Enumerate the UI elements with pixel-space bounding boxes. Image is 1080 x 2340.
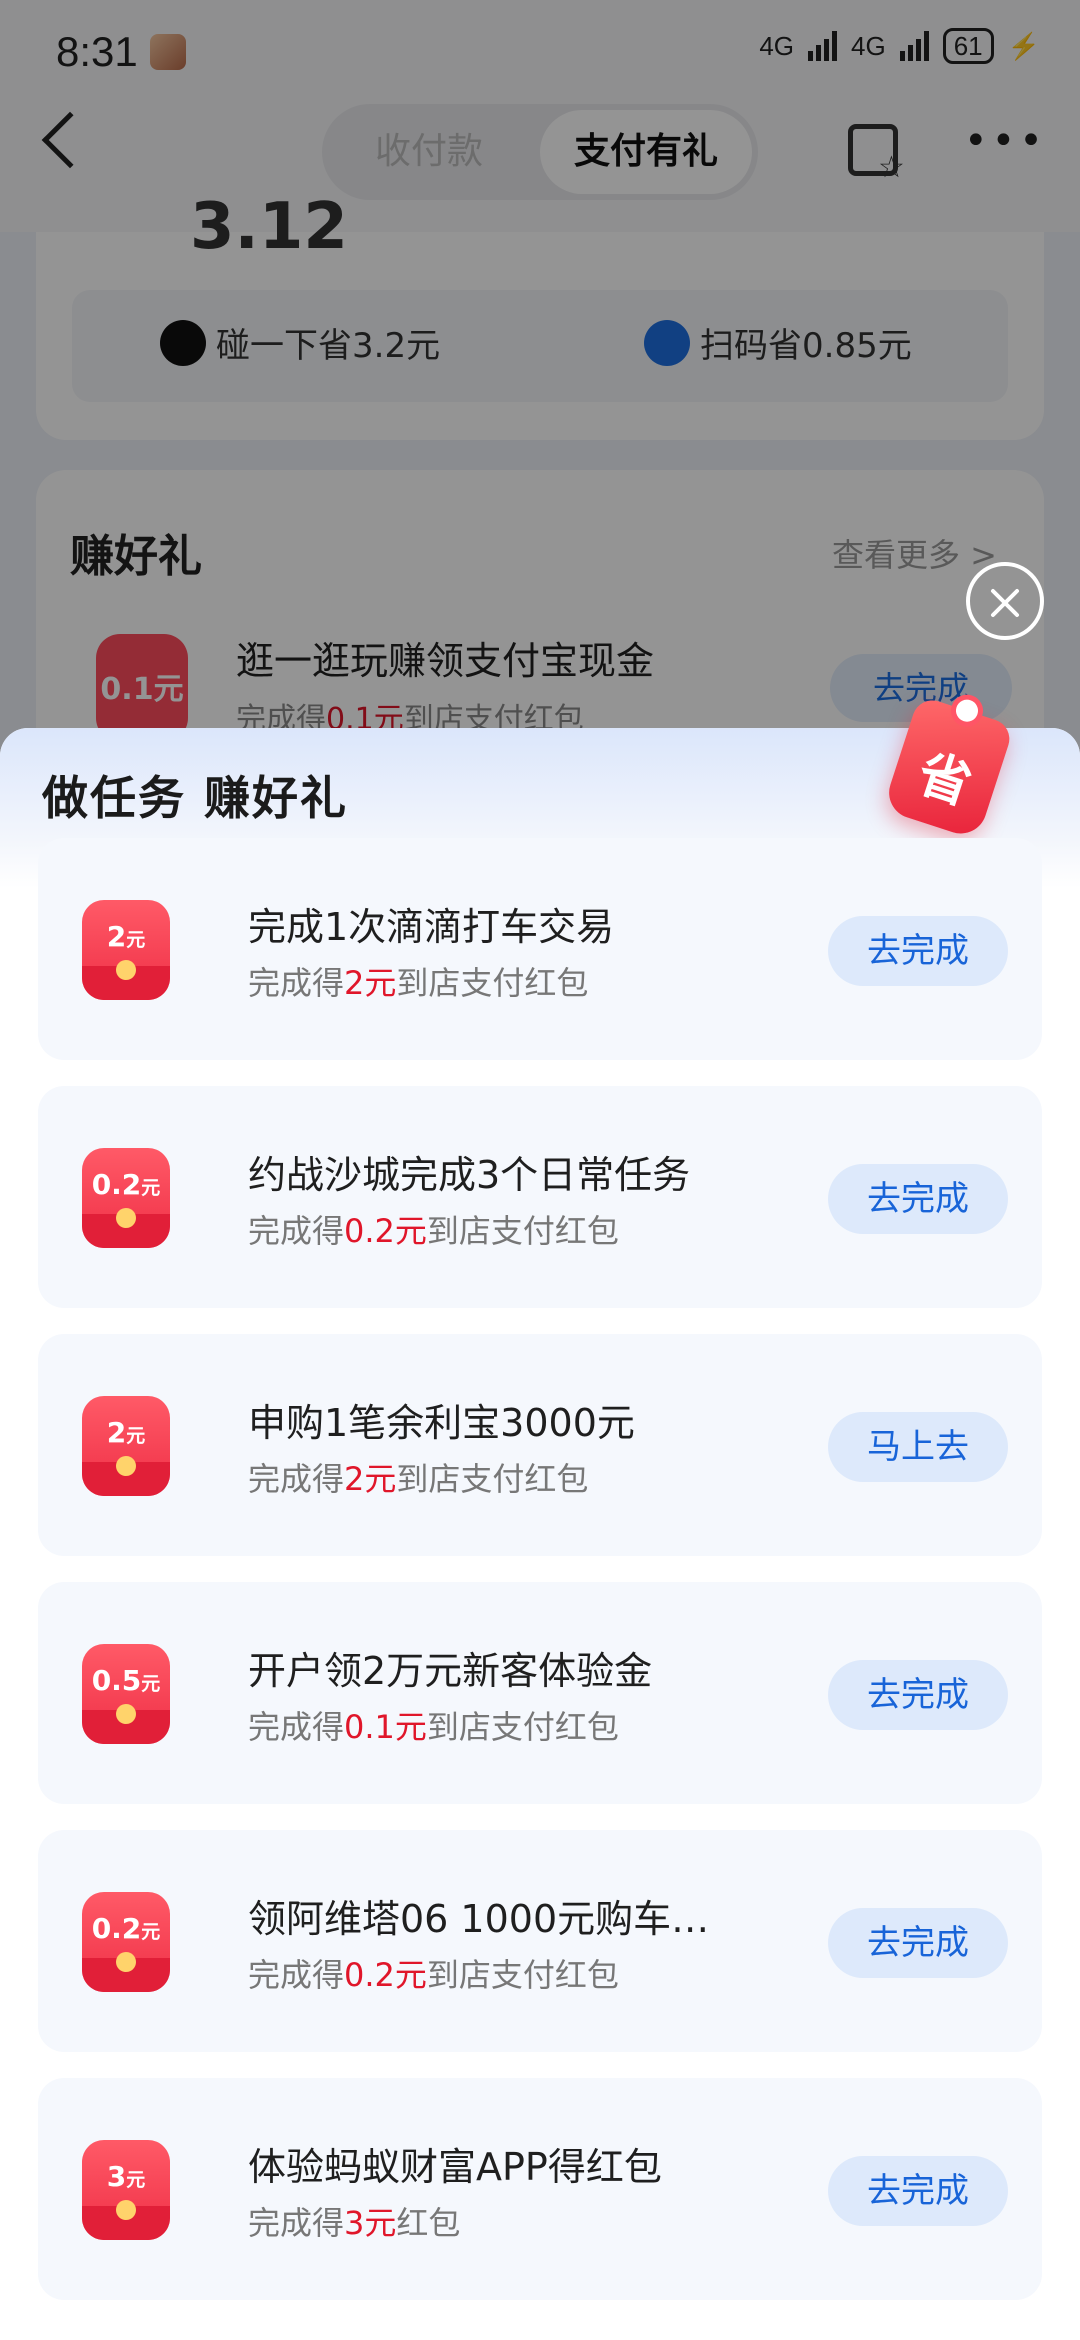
task-item: 3元 体验蚂蚁财富APP得红包 完成得3元红包 去完成 bbox=[38, 2078, 1042, 2300]
task-title: 约战沙城完成3个日常任务 bbox=[248, 1153, 691, 1197]
red-packet-icon: 3元 bbox=[82, 2140, 170, 2240]
task-item: 2元 申购1笔余利宝3000元 完成得2元到店支付红包 马上去 bbox=[38, 1334, 1042, 1556]
task-item: 0.5元 开户领2万元新客体验金 完成得0.1元到店支付红包 去完成 bbox=[38, 1582, 1042, 1804]
task-subtitle: 完成得2元到店支付红包 bbox=[248, 964, 589, 1002]
task-title: 申购1笔余利宝3000元 bbox=[248, 1401, 635, 1445]
task-title: 完成1次滴滴打车交易 bbox=[248, 905, 615, 949]
task-action-button[interactable]: 去完成 bbox=[828, 2156, 1008, 2226]
task-action-button[interactable]: 去完成 bbox=[828, 916, 1008, 986]
task-item: 0.2元 领阿维塔06 1000元购车… 完成得0.2元到店支付红包 去完成 bbox=[38, 1830, 1042, 2052]
task-action-button[interactable]: 去完成 bbox=[828, 1660, 1008, 1730]
task-sheet: 做任务 赚好礼 省 2元 完成1次滴滴打车交易 完成得2元到店支付红包 去完成 … bbox=[0, 690, 1080, 2340]
task-subtitle: 完成得3元红包 bbox=[248, 2204, 461, 2242]
close-icon[interactable] bbox=[966, 562, 1044, 640]
red-packet-icon: 0.5元 bbox=[82, 1644, 170, 1744]
task-item: 0.2元 约战沙城完成3个日常任务 完成得0.2元到店支付红包 去完成 bbox=[38, 1086, 1042, 1308]
task-subtitle: 完成得0.1元到店支付红包 bbox=[248, 1708, 619, 1746]
task-title: 体验蚂蚁财富APP得红包 bbox=[248, 2145, 662, 2189]
task-subtitle: 完成得2元到店支付红包 bbox=[248, 1460, 589, 1498]
red-packet-icon: 2元 bbox=[82, 1396, 170, 1496]
red-packet-icon: 0.2元 bbox=[82, 1148, 170, 1248]
task-subtitle: 完成得0.2元到店支付红包 bbox=[248, 1212, 619, 1250]
task-item: 2元 完成1次滴滴打车交易 完成得2元到店支付红包 去完成 bbox=[38, 838, 1042, 1060]
task-action-button[interactable]: 去完成 bbox=[828, 1908, 1008, 1978]
task-title: 开户领2万元新客体验金 bbox=[248, 1649, 653, 1693]
sheet-title: 做任务 赚好礼 bbox=[42, 771, 349, 825]
red-packet-icon: 0.2元 bbox=[82, 1892, 170, 1992]
task-subtitle: 完成得0.2元到店支付红包 bbox=[248, 1956, 619, 1994]
task-action-button[interactable]: 去完成 bbox=[828, 1164, 1008, 1234]
red-packet-icon: 2元 bbox=[82, 900, 170, 1000]
task-title: 领阿维塔06 1000元购车… bbox=[248, 1897, 710, 1941]
task-action-button[interactable]: 马上去 bbox=[828, 1412, 1008, 1482]
